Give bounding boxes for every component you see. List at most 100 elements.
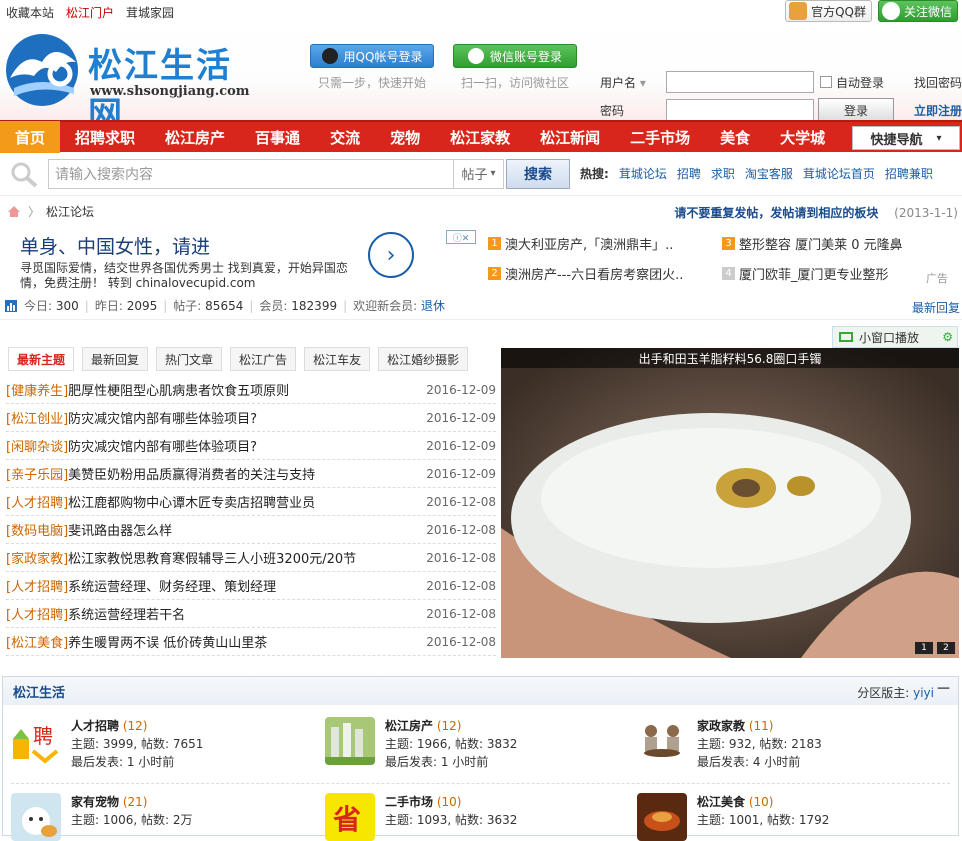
slide-page-button[interactable]: 2 <box>937 642 955 654</box>
notice-text[interactable]: 请不要重复发帖，发帖请到相应的板块 <box>674 206 878 220</box>
portal-link[interactable]: 松江门户 <box>66 4 114 21</box>
search-type-select[interactable]: 帖子 ▾ <box>454 158 504 189</box>
featured-slideshow[interactable]: 出手和田玉羊脂籽料56.8圈口手镯 1 2 <box>501 348 959 658</box>
section-header: 松江生活 分区版主: yiyi — <box>3 677 958 705</box>
hot-link[interactable]: 茸城论坛 <box>619 165 667 182</box>
qq-group-button[interactable]: 官方QQ群 <box>785 0 872 22</box>
nav-item-home[interactable]: 首页 <box>0 121 61 153</box>
wechat-login-button[interactable]: 微信账号登录 <box>453 44 577 68</box>
ad-area: 单身、中国女性，请进 寻觅国际爱情，结交世界各国优秀男士 找到真爱，开始异国恋情… <box>0 226 962 292</box>
tab-ads[interactable]: 松江广告 <box>230 347 297 371</box>
nav-item-jobs[interactable]: 招聘求职 <box>60 121 150 153</box>
gear-icon[interactable]: ⚙ <box>942 330 953 344</box>
tab-hot-articles[interactable]: 热门文章 <box>156 347 223 371</box>
collapse-icon[interactable]: — <box>937 681 950 696</box>
search-button[interactable]: 搜索 <box>506 158 570 189</box>
list-item[interactable]: [亲子乐园] 美赞臣奶粉用品质赢得消费者的关注与支持 2016-12-09 <box>6 460 496 488</box>
text-ad[interactable]: 1 澳大利亚房产,「澳洲鼎丰」.. <box>488 234 673 253</box>
list-item[interactable]: [健康养生] 肥厚性梗阻型心肌病患者饮食五项原则 2016-12-09 <box>6 376 496 404</box>
list-item[interactable]: [闲聊杂谈] 防灾减灾馆内部有哪些体验项目? 2016-12-09 <box>6 432 496 460</box>
auto-login-checkbox[interactable] <box>820 76 832 88</box>
stats-icon <box>5 299 17 312</box>
username-input[interactable] <box>666 71 814 93</box>
nav-item-baishitong[interactable]: 百事通 <box>240 121 315 153</box>
forgot-password-link[interactable]: 找回密码 <box>914 74 962 91</box>
thread-list: [健康养生] 肥厚性梗阻型心肌病患者饮食五项原则 2016-12-09 [松江创业]… <box>6 376 496 656</box>
slide-page-button[interactable]: 1 <box>915 642 933 654</box>
chevron-right-icon[interactable]: › <box>368 232 414 278</box>
register-link[interactable]: 立即注册 <box>914 102 962 119</box>
list-item[interactable]: [数码电脑] 斐讯路由器怎么样 2016-12-08 <box>6 516 496 544</box>
stat-posts: 85654 <box>205 298 244 313</box>
nav-item-exchange[interactable]: 交流 <box>315 121 375 153</box>
ad-info-icon[interactable]: ⓘ✕ <box>446 230 476 244</box>
food-forum-icon <box>637 793 687 841</box>
latest-replies-link[interactable]: 最新回复 <box>912 299 960 316</box>
nav-item-food[interactable]: 美食 <box>705 121 765 153</box>
tab-wedding-photo[interactable]: 松江婚纱摄影 <box>378 347 469 371</box>
tab-car-club[interactable]: 松江车友 <box>304 347 371 371</box>
forum-item[interactable]: 家政家教 (11) 主题: 932, 帖数: 2183 最后发表: 4 小时前 <box>637 717 822 771</box>
nav-item-tutoring[interactable]: 松江家教 <box>435 121 525 153</box>
section-title[interactable]: 松江生活 <box>13 682 65 701</box>
forum-item[interactable]: 家有宠物 (21) 主题: 1006, 帖数: 2万 <box>11 793 193 841</box>
forum-item[interactable]: 省 二手市场 (10) 主题: 1093, 帖数: 3632 <box>325 793 517 841</box>
text-ad[interactable]: 4 厦门欧菲_厦门更专业整形 <box>722 264 889 283</box>
pets-forum-icon <box>11 793 61 841</box>
site-logo[interactable]: 松江生活网 www.shsongjiang.com <box>4 32 254 135</box>
username-label[interactable]: 用户名 ▾ <box>600 74 666 91</box>
tab-latest-replies[interactable]: 最新回复 <box>82 347 149 371</box>
ad-banner[interactable]: 单身、中国女性，请进 寻觅国际爱情，结交世界各国优秀男士 找到真爱，开始异国恋情… <box>8 232 418 290</box>
stat-yesterday: 2095 <box>126 298 158 313</box>
list-item[interactable]: [家政家教] 松江家教悦思教育寒假辅导三人小班3200元/20节 2016-12-0… <box>6 544 496 572</box>
bookmark-link[interactable]: 收藏本站 <box>6 4 54 21</box>
search-bar: 请输入搜索内容 帖子 ▾ 搜索 热搜: 茸城论坛 招聘 求职 淘宝客服 茸城论坛首… <box>0 152 962 196</box>
thread-tabs: 最新主题 最新回复 热门文章 松江广告 松江车友 松江婚纱摄影 <box>8 347 469 371</box>
nav-item-pets[interactable]: 宠物 <box>375 121 435 153</box>
chevron-down-icon: ▾ <box>639 75 646 90</box>
tab-latest-threads[interactable]: 最新主题 <box>8 347 75 371</box>
forum-section: 松江生活 分区版主: yiyi — 聘 人才招聘 (12) 主题: 3999, 帖… <box>2 676 959 841</box>
home-link[interactable]: 茸城家园 <box>126 4 174 21</box>
auto-login-label: 自动登录 <box>836 75 885 90</box>
list-item[interactable]: [松江创业] 防灾减灾馆内部有哪些体验项目? 2016-12-09 <box>6 404 496 432</box>
quick-nav-button[interactable]: 快捷导航 ▾ <box>852 126 960 150</box>
list-item[interactable]: [松江美食] 养生暖胃两不误 低价砖黄山山里茶 2016-12-08 <box>6 628 496 656</box>
forum-item[interactable]: 聘 人才招聘 (12) 主题: 3999, 帖数: 7651 最后发表: 1 小时前 <box>11 717 203 771</box>
forum-item[interactable]: 松江美食 (10) 主题: 1001, 帖数: 1792 <box>637 793 829 841</box>
divider <box>11 783 950 784</box>
hot-link[interactable]: 淘宝客服 <box>745 165 793 182</box>
hot-link[interactable]: 茸城论坛首页 <box>803 165 875 182</box>
list-item[interactable]: [人才招聘] 系统运营经理若干名 2016-12-08 <box>6 600 496 628</box>
home-icon[interactable] <box>6 204 22 218</box>
nav-item-university[interactable]: 大学城 <box>765 121 840 153</box>
text-ad[interactable]: 3 整形整容 厦门美莱 0 元隆鼻 <box>722 234 903 253</box>
new-member-link[interactable]: 退休 <box>421 297 445 314</box>
login-button[interactable]: 登录 <box>818 98 894 122</box>
wechat-follow-button[interactable]: 关注微信 <box>877 0 958 22</box>
forum-item[interactable]: 松江房产 (12) 主题: 1966, 帖数: 3832 最后发表: 1 小时前 <box>325 717 517 771</box>
password-input[interactable] <box>666 99 814 121</box>
tutoring-forum-icon <box>644 725 680 757</box>
breadcrumb-current[interactable]: 松江论坛 <box>46 203 94 220</box>
hot-link[interactable]: 招聘兼职 <box>885 165 933 182</box>
nav-item-realestate[interactable]: 松江房产 <box>150 121 240 153</box>
small-window-button[interactable]: 小窗口播放 ⚙ <box>832 326 958 348</box>
nav-item-secondhand[interactable]: 二手市场 <box>615 121 705 153</box>
wechat-icon <box>881 2 900 20</box>
password-label: 密码 <box>600 103 625 118</box>
list-item[interactable]: [人才招聘] 系统运营经理、财务经理、策划经理 2016-12-08 <box>6 572 496 600</box>
logo-url: www.shsongjiang.com <box>90 84 250 99</box>
ad-label: 广告 <box>926 272 948 285</box>
login-form: 用户名 ▾ 自动登录 找回密码 密码 登录 立即注册 <box>600 68 962 124</box>
hot-link[interactable]: 招聘 <box>677 165 701 182</box>
qq-login-button[interactable]: 用QQ帐号登录 <box>310 44 434 68</box>
text-ad[interactable]: 2 澳洲房产---六日看房考察团火.. <box>488 264 683 283</box>
list-item[interactable]: [人才招聘] 松江鹿都购物中心谭木匠专卖店招聘营业员 2016-12-08 <box>6 488 496 516</box>
search-input[interactable]: 请输入搜索内容 <box>48 158 454 189</box>
chevron-down-icon: ▾ <box>936 132 942 144</box>
stat-today: 300 <box>55 298 79 313</box>
header: 松江生活网 www.shsongjiang.com 用QQ帐号登录 只需一步，快… <box>0 24 962 135</box>
nav-item-news[interactable]: 松江新闻 <box>525 121 615 153</box>
hot-link[interactable]: 求职 <box>711 165 735 182</box>
